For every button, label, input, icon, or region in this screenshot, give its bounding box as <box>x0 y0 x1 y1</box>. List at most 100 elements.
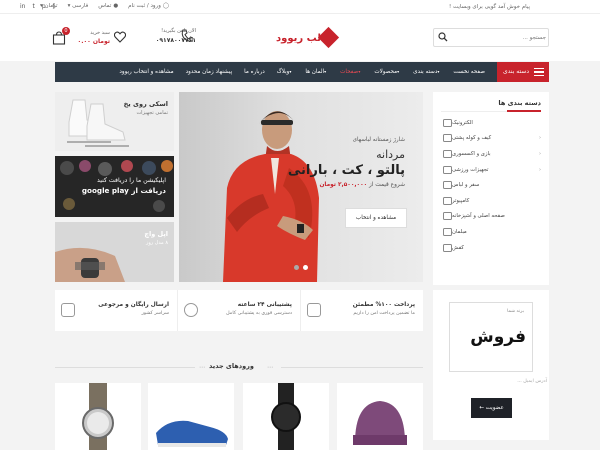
secure-payment-icon <box>307 303 321 317</box>
sidebar-category-item[interactable]: کامپیوتر <box>437 193 541 209</box>
twitter-icon[interactable]: t <box>32 3 34 10</box>
category-sidebar: دسته بندی ها الکترونیک کیف و کوله پشتی ‹ با… <box>433 92 549 285</box>
nav-item[interactable]: مشاهده و انتخاب ریوود <box>113 69 179 75</box>
nav-item[interactable]: پیشنهاد زمان محدود <box>180 69 239 75</box>
menu-icon <box>534 68 544 76</box>
feature-support: پشتیبانی ۲۴ ساعته دسترسی فوری به پشتیبان… <box>177 290 300 331</box>
beanie-product-image <box>353 401 407 445</box>
nav-item[interactable]: درباره ما <box>238 69 271 75</box>
sidebar-category-item[interactable]: مبلمان <box>437 224 541 240</box>
hero-line-2: پالتو ، کت ، بارانی <box>287 163 405 178</box>
truck-icon <box>61 303 75 317</box>
sidebar-category-item[interactable]: الکترونیک <box>437 115 541 131</box>
category-icon <box>443 196 452 205</box>
separator-icon: ⋯ <box>199 364 205 371</box>
top-bar: in t p f پیام خوش آمد گویی برای وبسایت !… <box>0 0 600 14</box>
site-logo[interactable]: قالب ریوود <box>276 26 340 49</box>
nav-item[interactable]: وبلاگ▾ <box>271 69 300 75</box>
promo-text: اپلیکیشن ما را دریافت کنید دریافت از goo… <box>82 177 166 195</box>
product-card[interactable] <box>55 383 141 450</box>
sidebar-category-item[interactable]: بازی و اکسسوری ‹ <box>437 146 541 162</box>
section-title: ورودهای جدید <box>209 362 254 370</box>
feature-free-shipping: ارسال رایگان و مرجوعی سراسر کشور <box>55 290 177 331</box>
cart-total: تومان ۰.۰۰ <box>77 38 110 45</box>
user-icon: ◯ <box>162 3 170 9</box>
sidebar-category-item[interactable]: کیف و کوله پشتی ‹ <box>437 131 541 147</box>
categories-button[interactable]: دسته بندی <box>497 62 549 82</box>
arrow-icon: ← <box>479 405 484 411</box>
sidebar-category-label: سفر و لباس <box>452 182 480 189</box>
nav-item[interactable]: صفحات▾ <box>334 69 368 75</box>
login-link[interactable]: ◯ورود / ثبت نام <box>128 3 169 9</box>
hero-model-image <box>223 111 319 282</box>
chevron-down-icon: ▾ <box>67 3 71 9</box>
email-field[interactable]: آدرس ایمیل ... <box>471 376 549 388</box>
divider <box>281 367 423 368</box>
main-nav: دسته بندی صفحه نخست دسته بندی▾ محصولات▾ صفح… <box>55 62 549 82</box>
sidebar-title: دسته بندی ها <box>498 99 541 107</box>
product-card[interactable] <box>148 383 234 450</box>
banner-big-text: فروش <box>470 327 526 347</box>
category-icon <box>443 243 452 252</box>
cart-block[interactable]: سبد خرید تومان ۰.۰۰ 0 <box>52 27 112 48</box>
chevron-down-icon: ▾ <box>289 69 292 74</box>
slider-dot[interactable] <box>294 265 299 270</box>
promo-apple-watch[interactable]: اپل واچ ۸ مدل روز <box>55 222 174 282</box>
nav-item[interactable]: المان ها▾ <box>299 69 334 75</box>
feature-secure-payment: پرداخت ۱۰۰% مطمئن ما تضمین پرداخت امن را… <box>300 290 423 331</box>
hero-cta-button[interactable]: مشاهده و انتخاب <box>345 208 407 228</box>
sidebar-category-label: کفش <box>452 244 464 251</box>
promo-app[interactable]: اپلیکیشن ما را دریافت کنید دریافت از goo… <box>55 156 174 217</box>
promo-title: اسکی روی یخ <box>123 100 168 108</box>
sidebar-category-item[interactable]: کفش <box>437 240 541 256</box>
sidebar-category-item[interactable]: تجهیزات ورزشی ‹ <box>437 162 541 178</box>
language-select[interactable]: فارسی ▾ <box>68 3 89 9</box>
slider-dot-active[interactable] <box>303 265 308 270</box>
category-icon <box>443 118 452 127</box>
hero-line-1: مردانه <box>376 148 405 161</box>
linkedin-icon[interactable]: in <box>20 3 25 10</box>
nav-item[interactable]: صفحه نخست <box>447 69 491 75</box>
sidebar-category-label: تجهیزات ورزشی <box>452 166 489 173</box>
chevron-left-icon: ‹ <box>539 135 541 142</box>
sale-banner: برند شما فروش <box>449 302 533 372</box>
sidebar-category-label: صفحه اصلی و آشپزخانه <box>452 213 505 220</box>
search-input[interactable] <box>452 32 546 44</box>
support-icon <box>184 303 198 317</box>
contact-link[interactable]: ●تماس <box>98 3 118 9</box>
promo-subtitle: تمامی تجهیزات <box>136 110 168 116</box>
wishlist-heart-icon[interactable] <box>114 31 126 43</box>
promo-subtitle: دریافت از google play <box>81 186 166 195</box>
hero-subtitle: شارژ زمستانه لباسهای <box>352 137 405 143</box>
slider-dots <box>294 265 308 270</box>
promo-skates[interactable]: اسکی روی یخ تمامی تجهیزات <box>55 92 174 151</box>
nav-item[interactable]: دسته بندی▾ <box>407 69 447 75</box>
chevron-left-icon: ‹ <box>539 166 541 173</box>
sidebar-category-label: مبلمان <box>452 228 467 235</box>
title-underline <box>507 110 541 112</box>
shoe-product-image <box>156 420 228 447</box>
hero-slider[interactable]: شارژ زمستانه لباسهای مردانه پالتو ، کت ،… <box>179 92 423 282</box>
nav-item[interactable]: محصولات▾ <box>368 69 407 75</box>
category-icon <box>443 227 452 236</box>
chevron-down-icon: ▾ <box>324 69 327 74</box>
nav-items: صفحه نخست دسته بندی▾ محصولات▾ صفحات▾ المان ه… <box>113 62 491 82</box>
cart-label: سبد خرید <box>90 30 110 36</box>
separator-icon: ⋯ <box>267 364 273 371</box>
search-box[interactable] <box>433 28 549 47</box>
logo-mark <box>317 26 340 49</box>
category-icon <box>443 212 452 221</box>
product-card[interactable] <box>337 383 423 450</box>
search-icon[interactable] <box>438 32 448 42</box>
currency-select[interactable]: تومان ▾ <box>40 3 58 9</box>
sidebar-category-item[interactable]: صفحه اصلی و آشپزخانه <box>437 209 541 225</box>
subscribe-button[interactable]: عضویت ← <box>471 398 512 418</box>
new-arrivals-header: ⋯ ورودهای جدید ⋯ <box>55 360 423 374</box>
promo-subtitle: ۸ مدل روز <box>145 240 168 246</box>
hero-price: شروع قیمت از ۲,۵۰۰,۰۰۰ تومان <box>319 182 405 188</box>
product-card[interactable] <box>243 383 329 450</box>
sidebar-category-label: کیف و کوله پشتی <box>452 135 492 142</box>
sidebar-category-item[interactable]: سفر و لباس <box>437 177 541 193</box>
location-icon: ● <box>113 3 119 9</box>
chevron-down-icon: ▾ <box>40 3 43 9</box>
